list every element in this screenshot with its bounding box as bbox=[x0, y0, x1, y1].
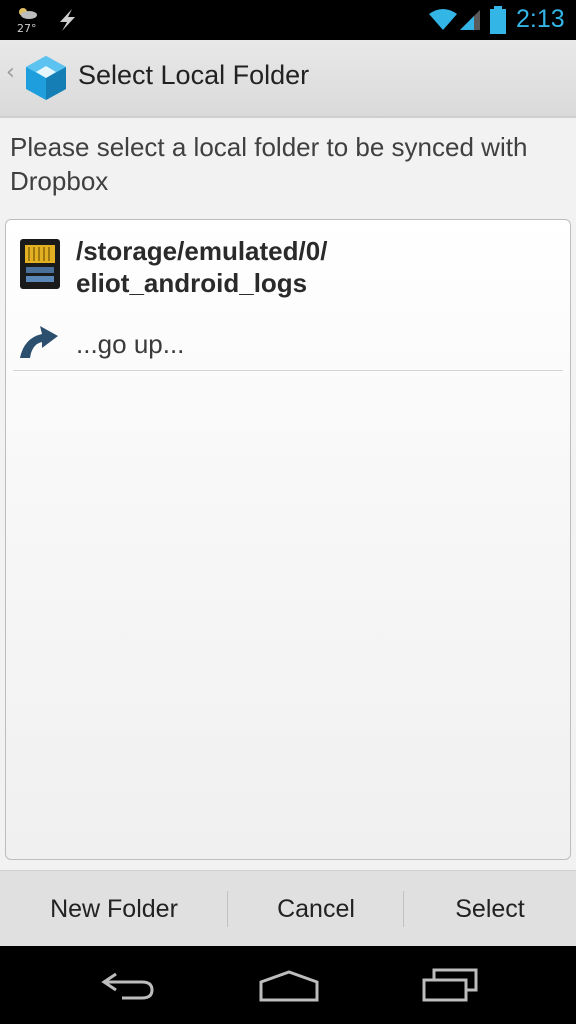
back-icon[interactable] bbox=[98, 970, 158, 1007]
new-folder-button[interactable]: New Folder bbox=[0, 871, 228, 947]
battery-icon bbox=[489, 6, 507, 39]
navigation-bar bbox=[0, 946, 576, 1024]
signal-icon bbox=[458, 8, 482, 37]
button-bar: New Folder Cancel Select bbox=[0, 870, 576, 947]
clock: 2:13 bbox=[516, 5, 565, 33]
list-divider bbox=[13, 370, 563, 371]
sd-card-icon bbox=[20, 239, 60, 294]
current-folder-row: /storage/emulated/0/ eliot_android_logs bbox=[6, 220, 570, 310]
instruction-text: Please select a local folder to be synce… bbox=[10, 132, 528, 196]
recent-apps-icon[interactable] bbox=[420, 968, 480, 1007]
select-button[interactable]: Select bbox=[404, 871, 576, 947]
weather-icon: 27° bbox=[14, 4, 44, 36]
current-path: /storage/emulated/0/ eliot_android_logs bbox=[76, 235, 556, 299]
go-up-row[interactable]: ...go up... bbox=[6, 312, 570, 370]
temperature-text: 27° bbox=[17, 22, 37, 35]
wifi-icon bbox=[428, 8, 458, 37]
page-title: Select Local Folder bbox=[78, 60, 310, 90]
lightning-icon bbox=[54, 7, 80, 38]
action-bar: ‹ Select Local Folder bbox=[0, 40, 576, 118]
go-up-arrow-icon bbox=[14, 322, 62, 367]
cancel-button[interactable]: Cancel bbox=[228, 871, 404, 947]
folder-list: /storage/emulated/0/ eliot_android_logs … bbox=[5, 219, 571, 860]
current-path-line1: /storage/emulated/0/ bbox=[76, 236, 328, 266]
current-path-line2: eliot_android_logs bbox=[76, 268, 308, 298]
status-bar: 27° 2:13 bbox=[0, 0, 576, 40]
go-up-label: ...go up... bbox=[76, 329, 185, 359]
app-logo-icon[interactable] bbox=[24, 54, 68, 107]
up-caret-icon[interactable]: ‹ bbox=[6, 62, 15, 84]
home-icon[interactable] bbox=[258, 970, 320, 1007]
